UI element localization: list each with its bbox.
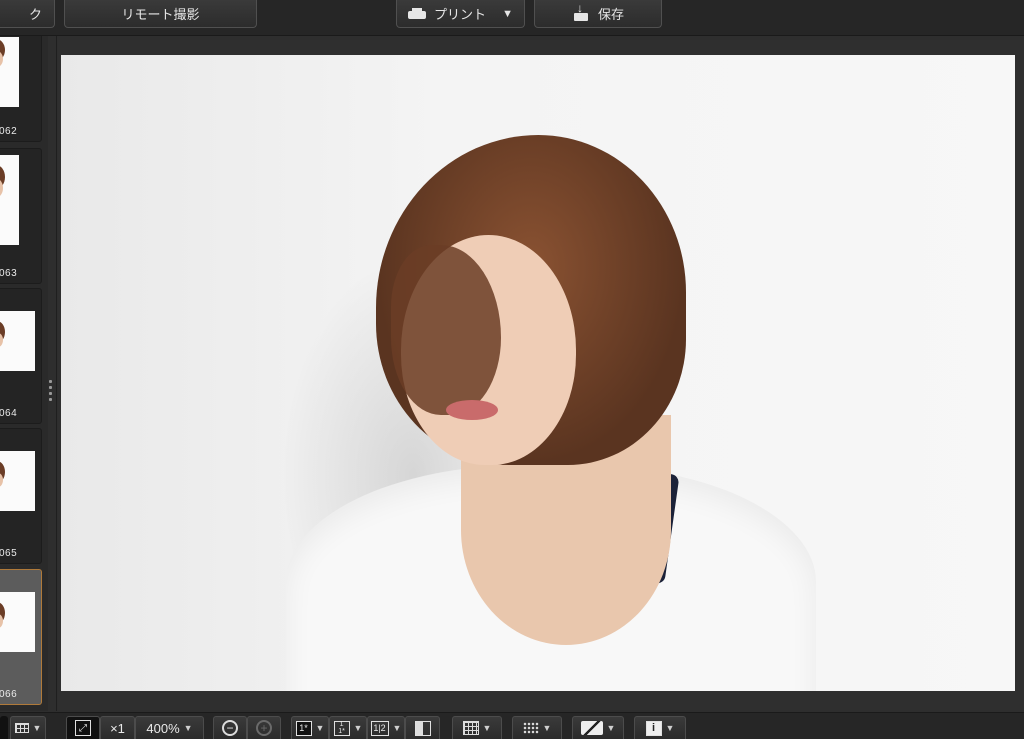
thumbnail-view-icon (14, 723, 29, 733)
thumbnail-image (0, 592, 35, 652)
zoom-level-select[interactable]: 400% ▼ (135, 716, 204, 739)
print-button[interactable]: プリント ▼ (396, 0, 525, 28)
thumbnail-label: 063 (0, 268, 18, 279)
image-viewer (58, 40, 1024, 710)
thumbnail-064[interactable]: 064 (0, 288, 42, 424)
thumbnail-063[interactable]: 063 (0, 148, 42, 284)
zoom-out-icon: − (222, 720, 238, 736)
remote-shooting-label: リモート撮影 (121, 7, 200, 22)
print-label: プリント (434, 7, 487, 22)
compare-vertical-icon: 1 1* (333, 720, 350, 736)
thumbnail-label: 065 (0, 548, 18, 559)
thumbnail-062[interactable]: 062 (0, 36, 42, 142)
save-button[interactable]: 保存 (534, 0, 662, 28)
info-button[interactable]: i ▼ (634, 716, 686, 739)
compare-side-by-side-button[interactable]: 1|2 ▼ (367, 716, 405, 739)
thumbnail-065[interactable]: 065 (0, 428, 42, 564)
grid-overlay-button[interactable]: ▼ (452, 716, 502, 739)
layout-button[interactable] (405, 716, 440, 739)
panel-divider (56, 36, 57, 711)
zoom-in-icon: + (256, 720, 272, 736)
thumbnail-label: 062 (0, 126, 18, 137)
partial-left-button[interactable]: ク (0, 0, 55, 28)
zoom-level-value: 400% (146, 720, 180, 736)
thumbnail-image (0, 155, 19, 245)
side-by-side-icon: 1|2 (370, 720, 389, 736)
info-icon: i (645, 720, 662, 736)
remote-shooting-button[interactable]: リモート撮影 (64, 0, 257, 28)
top-toolbar: ク リモート撮影 プリント ▼ 保存 (0, 0, 1024, 36)
layout-icon (414, 720, 431, 736)
filmstrip: 062 063 064 065 066 (0, 36, 48, 711)
af-point-icon (522, 722, 539, 734)
zoom-out-button[interactable]: − (213, 716, 247, 739)
thumbnail-image (0, 37, 19, 107)
bottom-toolbar: ▼ ⤢ ×1 400% ▼ − + 1* ▼ 1 1* ▼ 1|2 ▼ ▼ ▼ … (0, 712, 1024, 739)
thumbnail-label: 064 (0, 408, 18, 419)
compare-vertical-button[interactable]: 1 1* ▼ (329, 716, 367, 739)
printer-icon (408, 7, 427, 20)
resize-grip[interactable] (49, 380, 52, 408)
thumbnail-image (0, 311, 35, 371)
partial-left-control[interactable] (0, 716, 8, 739)
fit-screen-icon: ⤢ (75, 720, 91, 736)
thumbnail-image (0, 451, 35, 511)
zoom-in-button[interactable]: + (247, 716, 281, 739)
zoom-1x-label: ×1 (110, 720, 125, 736)
zoom-1x-button[interactable]: ×1 (100, 716, 135, 739)
thumbnail-066-selected[interactable]: 066 (0, 569, 42, 705)
print-dropdown-caret[interactable]: ▼ (502, 8, 513, 20)
view-mode-button[interactable]: ▼ (10, 716, 46, 739)
thumbnail-label: 066 (0, 689, 18, 700)
partial-left-label: ク (28, 7, 42, 22)
main-photo[interactable] (61, 55, 1015, 691)
single-view-button[interactable]: 1* ▼ (291, 716, 329, 739)
fit-to-window-button[interactable]: ⤢ (66, 716, 100, 739)
af-point-button[interactable]: ▼ (512, 716, 562, 739)
highlight-warning-icon (580, 721, 603, 735)
single-view-icon: 1* (295, 720, 312, 736)
highlight-warning-button[interactable]: ▼ (572, 716, 624, 739)
app-window: ク リモート撮影 プリント ▼ 保存 062 063 (0, 0, 1024, 739)
grid-icon (462, 721, 479, 735)
save-label: 保存 (597, 7, 624, 22)
save-icon (572, 1, 590, 22)
